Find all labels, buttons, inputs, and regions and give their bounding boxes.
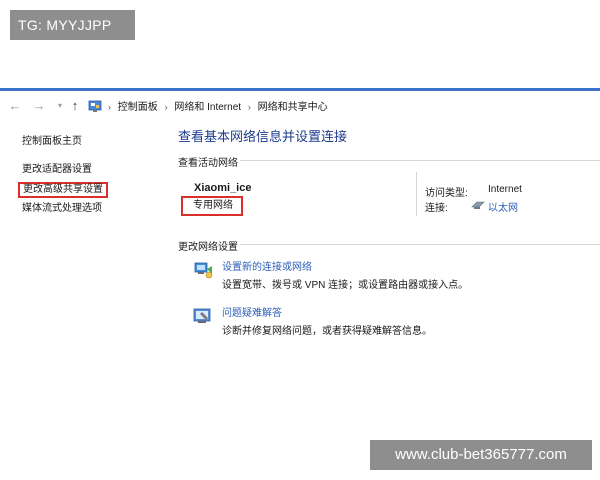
ethernet-icon (471, 201, 485, 209)
page-title: 查看基本网络信息并设置连接 (178, 129, 348, 144)
new-connection-icon (194, 262, 213, 279)
forward-arrow-icon[interactable]: → (32, 98, 46, 114)
network-name: Xiaomi_ice (194, 182, 252, 194)
access-type-label: 访问类型: (425, 188, 468, 199)
breadcrumb: › 控制面板 › 网络和 Internet › 网络和共享中心 (104, 100, 328, 115)
breadcrumb-item-sharing-center[interactable]: 网络和共享中心 (258, 101, 328, 115)
recent-locations-chevron-icon[interactable]: ▾ (53, 98, 67, 114)
control-panel-icon (88, 100, 102, 112)
breadcrumb-item-control-panel[interactable]: 控制面板 (118, 101, 158, 115)
window-title-strip (0, 88, 600, 91)
sidebar-item-change-adapter-settings[interactable]: 更改适配器设置 (22, 163, 92, 177)
active-networks-heading: 查看活动网络 (178, 158, 238, 169)
breadcrumb-separator-icon: › (247, 102, 251, 112)
breadcrumb-separator-icon: › (164, 102, 168, 112)
sidebar-item-media-streaming[interactable]: 媒体流式处理选项 (22, 202, 102, 216)
watermark-top: TG: MYYJJPP (10, 10, 135, 40)
network-profile-type[interactable]: 专用网络 (181, 196, 243, 216)
watermark-bottom: www.club-bet365777.com (370, 440, 592, 470)
troubleshoot-description: 诊断并修复网络问题，或者获得疑难解答信息。 (222, 326, 432, 337)
connection-ethernet-link[interactable]: 以太网 (488, 199, 518, 214)
network-sharing-center-window: ← → ▾ ↑ › 控制面板 › 网络和 Internet › 网络和共享中心 … (0, 88, 600, 440)
change-settings-heading: 更改网络设置 (178, 242, 238, 253)
setup-connection-description: 设置宽带、拨号或 VPN 连接；或设置路由器或接入点。 (222, 280, 469, 291)
breadcrumb-separator-icon: › (108, 102, 111, 112)
address-bar: ← → ▾ ↑ › 控制面板 › 网络和 Internet › 网络和共享中心 (0, 94, 600, 120)
access-type-value: Internet (488, 184, 522, 195)
back-arrow-icon[interactable]: ← (8, 98, 22, 114)
troubleshoot-icon (193, 308, 211, 323)
breadcrumb-item-network-internet[interactable]: 网络和 Internet (174, 101, 241, 115)
sidebar-item-change-advanced-sharing[interactable]: 更改高级共享设置 (18, 182, 108, 198)
troubleshoot-link[interactable]: 问题疑难解答 (222, 304, 282, 319)
up-arrow-icon[interactable]: ↑ (68, 98, 82, 114)
section-divider (240, 160, 600, 161)
sidebar-item-control-panel-home[interactable]: 控制面板主页 (22, 135, 82, 149)
connection-label: 连接: (425, 203, 448, 214)
setup-connection-link[interactable]: 设置新的连接或网络 (222, 258, 312, 273)
section-divider (240, 244, 600, 245)
network-info-divider (416, 172, 417, 216)
